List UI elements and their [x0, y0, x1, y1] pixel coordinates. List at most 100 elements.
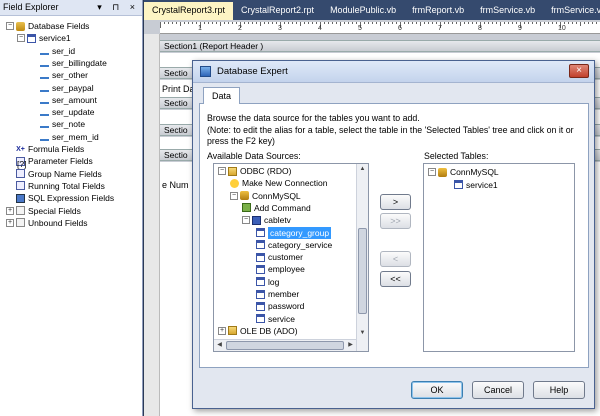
ruler-tick	[568, 22, 569, 24]
source-tree-item-make-new-connection[interactable]: Make New Connection	[230, 177, 328, 189]
source-tree-label: ConnMySQL	[252, 190, 301, 201]
scroll-left-arrow-icon[interactable]: ◀	[214, 340, 225, 351]
source-tree-item-connmysql[interactable]: − ConnMySQL	[230, 190, 301, 202]
ruler-tick	[268, 22, 269, 24]
source-tree-item-odbc-rdo[interactable]: − ODBC (RDO)	[218, 165, 291, 177]
table-icon	[27, 33, 36, 43]
collapse-icon[interactable]: −	[218, 167, 226, 175]
ruler-tick	[308, 22, 309, 24]
scroll-thumb[interactable]	[358, 228, 367, 314]
ok-button[interactable]: OK	[411, 381, 463, 399]
ruler-tick	[196, 22, 197, 24]
selected-tables-tree[interactable]: − ConnMySQL service1	[423, 163, 575, 352]
field-tree-item-ser-other[interactable]: ser_other	[40, 69, 88, 81]
ruler-tick	[284, 22, 285, 24]
source-tree-item-category-group[interactable]: category_group	[256, 226, 332, 239]
ruler-tick	[460, 22, 461, 26]
field-tree-item-group-name-fields[interactable]: Group Name Fields	[6, 168, 102, 180]
remove-table-button[interactable]: <	[380, 251, 411, 267]
ruler-tick	[164, 22, 165, 24]
unbound-fields-icon	[16, 218, 25, 228]
ruler-tick	[260, 22, 261, 26]
field-tree-item-ser-mem-id[interactable]: ser_mem_id	[40, 131, 99, 143]
scroll-down-arrow-icon[interactable]: ▼	[357, 328, 368, 339]
tab-crystalreport3-rpt[interactable]: CrystalReport3.rpt	[144, 2, 234, 20]
field-tree-label: Database Fields	[28, 21, 90, 31]
source-tree-item-customer[interactable]: customer	[256, 251, 303, 263]
table-icon	[256, 228, 265, 237]
available-sources-tree[interactable]: − ODBC (RDO) Make New Connection − ConnMySQL…	[213, 163, 369, 352]
field-tree-item-service1[interactable]: − service1	[17, 32, 71, 44]
print-date-field[interactable]: Print Da	[162, 84, 195, 94]
expand-icon[interactable]: +	[6, 206, 14, 215]
field-tree-label: ser_note	[52, 119, 86, 130]
scroll-up-arrow-icon[interactable]: ▲	[357, 164, 368, 175]
tab-frmreport-vb[interactable]: frmReport.vb	[404, 2, 472, 20]
field-tree-item-database-fields[interactable]: − Database Fields	[6, 20, 89, 32]
ruler-tick	[180, 22, 181, 26]
expand-icon[interactable]: +	[6, 218, 14, 227]
section-report-header[interactable]: Section1 (Report Header )	[160, 40, 600, 52]
field-tree-item-unbound-fields[interactable]: + Unbound Fields	[6, 217, 88, 229]
ruler-tick	[476, 22, 477, 24]
source-tree-label: Make New Connection	[242, 178, 328, 189]
field-tree-item-sql-expression-fields[interactable]: SQL Expression Fields	[6, 192, 114, 204]
ruler-tick	[304, 22, 305, 24]
field-tree-item-ser-billingdate[interactable]: ser_billingdate	[40, 57, 107, 69]
selected-tree-item-service1[interactable]: service1	[454, 179, 498, 191]
source-tree-item-member[interactable]: member	[256, 288, 299, 300]
ruler-tick	[288, 22, 289, 24]
cancel-button[interactable]: Cancel	[472, 381, 524, 399]
remove-all-tables-button[interactable]: <<	[380, 271, 411, 287]
page-number-field[interactable]: e Num	[162, 180, 189, 190]
field-tree-item-ser-paypal[interactable]: ser_paypal	[40, 82, 94, 94]
collapse-icon[interactable]: −	[428, 168, 436, 176]
field-tree-item-ser-note[interactable]: ser_note	[40, 118, 85, 130]
panel-pin-close-icons[interactable]: ▾ ⊓ ×	[97, 2, 139, 13]
available-vertical-scrollbar[interactable]: ▲ ▼	[356, 164, 368, 351]
ruler-tick	[576, 22, 577, 24]
field-tree-item-ser-amount[interactable]: ser_amount	[40, 94, 97, 106]
source-tree-item-add-command[interactable]: Add Command	[242, 202, 311, 214]
collapse-icon[interactable]: −	[17, 34, 25, 43]
collapse-icon[interactable]: −	[6, 22, 14, 30]
scroll-right-arrow-icon[interactable]: ▶	[345, 340, 356, 351]
add-all-tables-button[interactable]: >>	[380, 213, 411, 229]
tab-frmservice-vb[interactable]: frmService.vb	[543, 2, 600, 20]
source-tree-item-ole-db-ado[interactable]: + OLE DB (ADO)	[218, 325, 298, 337]
expand-icon[interactable]: +	[218, 326, 226, 335]
collapse-icon[interactable]: −	[230, 191, 238, 200]
close-button[interactable]: ×	[569, 64, 589, 78]
field-tree-item-ser-id[interactable]: ser_id	[40, 45, 75, 57]
field-tree-item-running-total-fields[interactable]: Running Total Fields	[6, 180, 105, 192]
source-tree-item-log[interactable]: log	[256, 276, 279, 288]
tab-modulepublic-vb[interactable]: ModulePublic.vb	[322, 2, 404, 20]
ruler-tick	[416, 22, 417, 24]
source-tree-item-service[interactable]: service	[256, 313, 295, 325]
source-tree-item-category-service[interactable]: category_service	[256, 239, 332, 251]
field-tree-item-special-fields[interactable]: + Special Fields	[6, 205, 81, 217]
selected-tree-item-connmysql[interactable]: − ConnMySQL	[428, 166, 499, 178]
ruler-number: 7	[438, 25, 442, 32]
source-tree-item-cabletv[interactable]: − cabletv	[242, 214, 291, 226]
tab-data[interactable]: Data	[203, 87, 241, 104]
ruler-tick	[292, 22, 293, 24]
field-tree-item-formula-fields[interactable]: X+ Formula Fields	[6, 143, 84, 155]
source-tree-item-employee[interactable]: employee	[256, 263, 305, 275]
tab-frmservice-vb[interactable]: frmService.vb	[472, 2, 543, 20]
table-icon	[256, 240, 265, 250]
hscroll-thumb[interactable]	[226, 341, 344, 350]
tab-crystalreport2-rpt[interactable]: CrystalReport2.rpt	[233, 2, 322, 20]
ruler-tick	[548, 22, 549, 24]
field-tree-item-parameter-fields[interactable]: [?] Parameter Fields	[6, 155, 93, 169]
add-table-button[interactable]: >	[380, 194, 411, 210]
available-horizontal-scrollbar[interactable]: ◀ ▶	[214, 339, 356, 351]
source-tree-item-password[interactable]: password	[256, 300, 304, 312]
dialog-titlebar[interactable]: Database Expert ×	[193, 61, 594, 83]
field-tree-item-ser-update[interactable]: ser_update	[40, 106, 95, 118]
ruler-tick	[232, 22, 233, 24]
help-button[interactable]: Help	[533, 381, 585, 399]
collapse-icon[interactable]: −	[242, 216, 250, 225]
ruler-tick	[252, 22, 253, 24]
ruler-tick	[592, 22, 593, 24]
